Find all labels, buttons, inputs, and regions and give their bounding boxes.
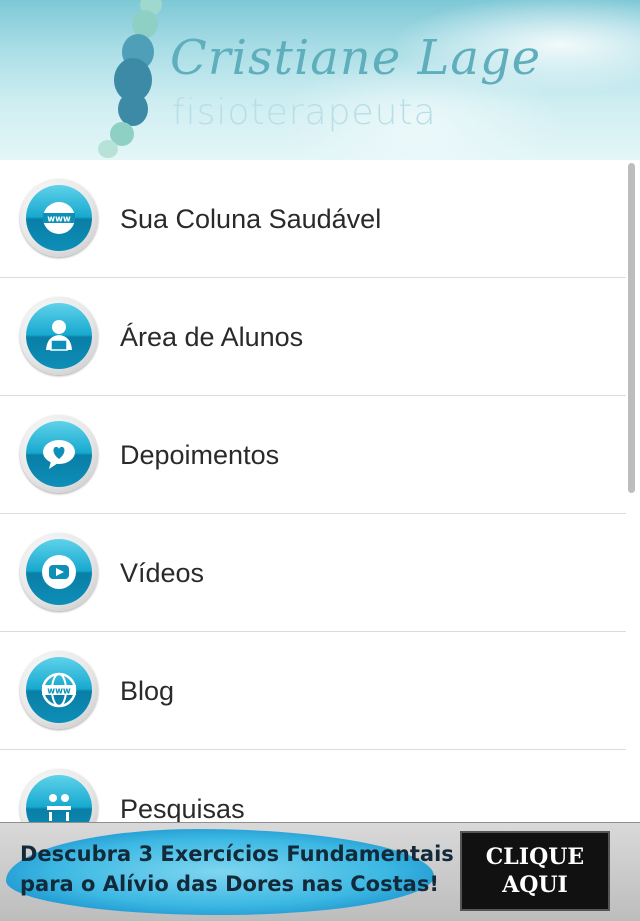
brand-subtitle: fisioterapeuta: [172, 92, 437, 133]
video-play-icon: [20, 533, 98, 611]
menu-item-depoimentos[interactable]: Depoimentos: [0, 396, 626, 514]
banner-line-2: para o Alívio das Dores nas Costas!: [20, 872, 439, 896]
menu-item-label: Vídeos: [120, 558, 205, 588]
menu-item-label: Pesquisas: [120, 794, 245, 822]
menu-item-label: Área de Alunos: [120, 322, 304, 352]
menu-item-blog[interactable]: www Blog: [0, 632, 626, 750]
promo-banner[interactable]: Descubra 3 Exercícios Fundamentais para …: [0, 822, 640, 921]
menu-item-area-de-alunos[interactable]: Área de Alunos: [0, 278, 626, 396]
survey-icon: [20, 769, 98, 822]
cta-line-2: AQUI: [502, 872, 568, 898]
logo-spine-bead: [118, 92, 148, 126]
banner-text: Descubra 3 Exercícios Fundamentais para …: [20, 839, 454, 899]
www-icon: www: [20, 179, 98, 257]
menu-item-label: Blog: [120, 676, 175, 706]
menu-list: www Sua Coluna Saudável Área de Alunos D…: [0, 160, 626, 822]
svg-text:www: www: [47, 687, 71, 697]
scrollbar[interactable]: [628, 163, 635, 493]
cta-line-1: CLIQUE: [485, 844, 585, 870]
globe-www-icon: www: [20, 651, 98, 729]
brand-name: Cristiane Lage: [170, 30, 542, 86]
app-header: Cristiane Lage fisioterapeuta: [0, 0, 640, 160]
chat-heart-icon: [20, 415, 98, 493]
logo-spine-bead: [98, 140, 118, 158]
clique-aqui-button[interactable]: CLIQUE AQUI: [460, 831, 610, 911]
banner-line-1: Descubra 3 Exercícios Fundamentais: [20, 842, 454, 866]
menu-item-label: Sua Coluna Saudável: [120, 204, 382, 234]
menu-item-videos[interactable]: Vídeos: [0, 514, 626, 632]
svg-text:www: www: [47, 215, 71, 225]
menu-item-pesquisas[interactable]: Pesquisas: [0, 750, 626, 822]
menu-item-sua-coluna-saudavel[interactable]: www Sua Coluna Saudável: [0, 160, 626, 278]
menu-item-label: Depoimentos: [120, 440, 280, 470]
student-icon: [20, 297, 98, 375]
